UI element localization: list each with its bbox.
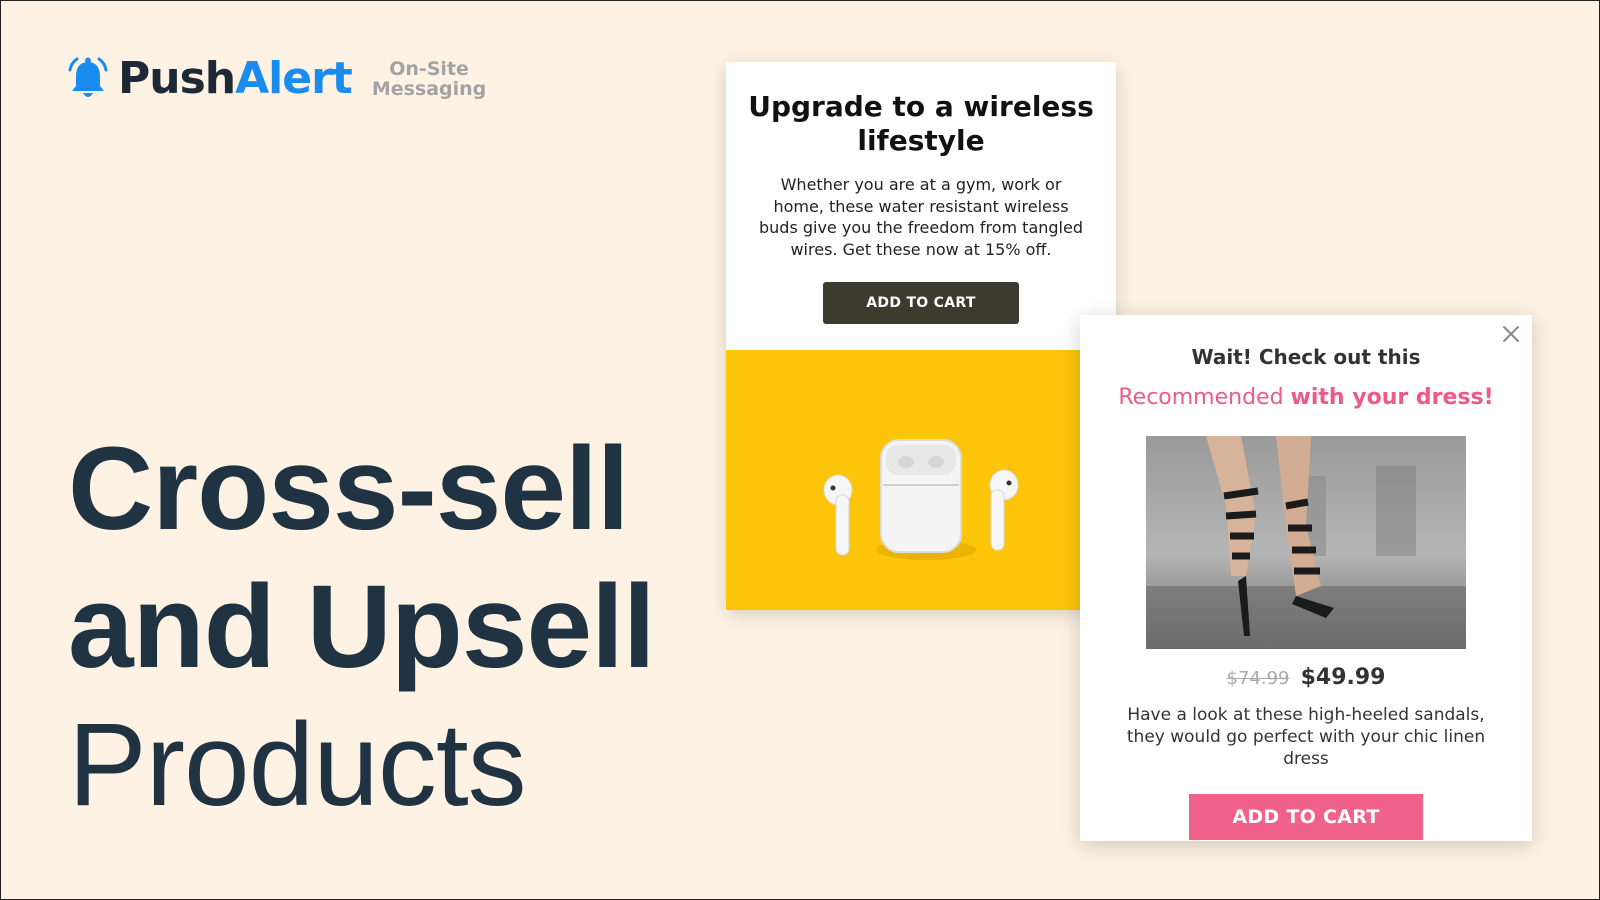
close-icon[interactable] (1500, 323, 1522, 345)
tagline-line1: On-Site (389, 58, 469, 80)
brand-name: PushAlert (118, 57, 353, 101)
recommend-title: Wait! Check out this (1191, 345, 1421, 369)
recommend-subtitle-plain: Recommended (1118, 385, 1291, 410)
high-heeled-sandals-image (1146, 436, 1466, 649)
wireless-earbuds-image (726, 350, 1116, 610)
headline: Cross-sell and Upsell Products (68, 420, 656, 834)
recommend-subtitle: Recommended with your dress! (1080, 385, 1532, 410)
bell-icon (68, 57, 108, 97)
headline-line1: Cross-sell (68, 423, 630, 555)
wireless-add-to-cart-button[interactable]: ADD TO CART (823, 282, 1019, 324)
recommendation-popup: Wait! Check out this Recommended with yo… (1080, 315, 1532, 841)
earbuds-illustration (823, 439, 1019, 560)
brand-tagline: On-Site Messaging (372, 59, 486, 99)
headline-line3: Products (68, 699, 527, 831)
tagline-line2: Messaging (371, 78, 487, 100)
wireless-promo-card: Upgrade to a wireless lifestyle Whether … (726, 62, 1116, 610)
wireless-card-title: Upgrade to a wireless lifestyle (748, 90, 1094, 157)
new-price: $49.99 (1300, 665, 1386, 690)
recommend-subtitle-bold: with your dress! (1290, 385, 1494, 410)
brand-name-alert: Alert (235, 53, 353, 104)
wireless-card-body: Whether you are at a gym, work or home, … (758, 175, 1083, 259)
recommend-body: Have a look at these high-heeled sandals… (1126, 705, 1486, 769)
old-price: $74.99 (1226, 668, 1290, 689)
brand-logo: PushAlert On-Site Messaging (66, 56, 486, 102)
brand-name-push: Push (118, 53, 236, 104)
headline-line2: and Upsell (68, 561, 656, 693)
price-row: $74.99 $49.99 (1080, 665, 1532, 690)
recommend-add-to-cart-button[interactable]: ADD TO CART (1189, 794, 1423, 840)
